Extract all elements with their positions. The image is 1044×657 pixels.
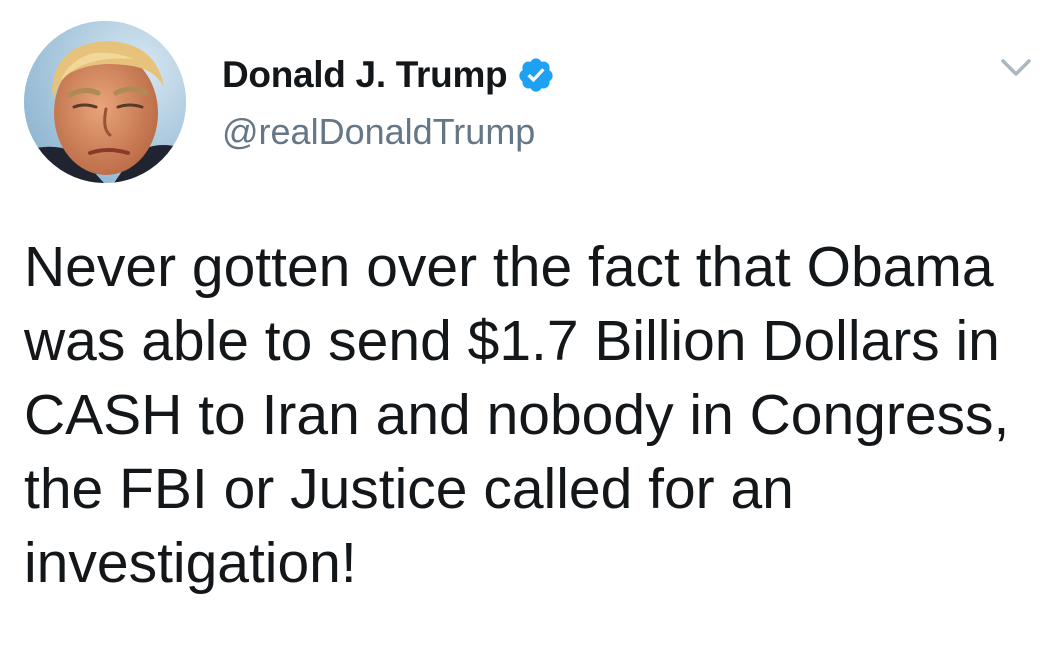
tweet-text: Never gotten over the fact that Obama wa… <box>24 235 1010 595</box>
avatar[interactable] <box>24 21 186 183</box>
chevron-down-icon[interactable] <box>998 52 1034 82</box>
tweet-card: Donald J. Trump @realDonaldTrump Never g… <box>0 0 1044 657</box>
avatar-image <box>24 21 186 183</box>
author-handle[interactable]: @realDonaldTrump <box>222 111 535 153</box>
verified-badge-icon <box>517 56 555 94</box>
author-name-row: Donald J. Trump <box>222 50 555 100</box>
author-display-name[interactable]: Donald J. Trump <box>222 54 508 96</box>
